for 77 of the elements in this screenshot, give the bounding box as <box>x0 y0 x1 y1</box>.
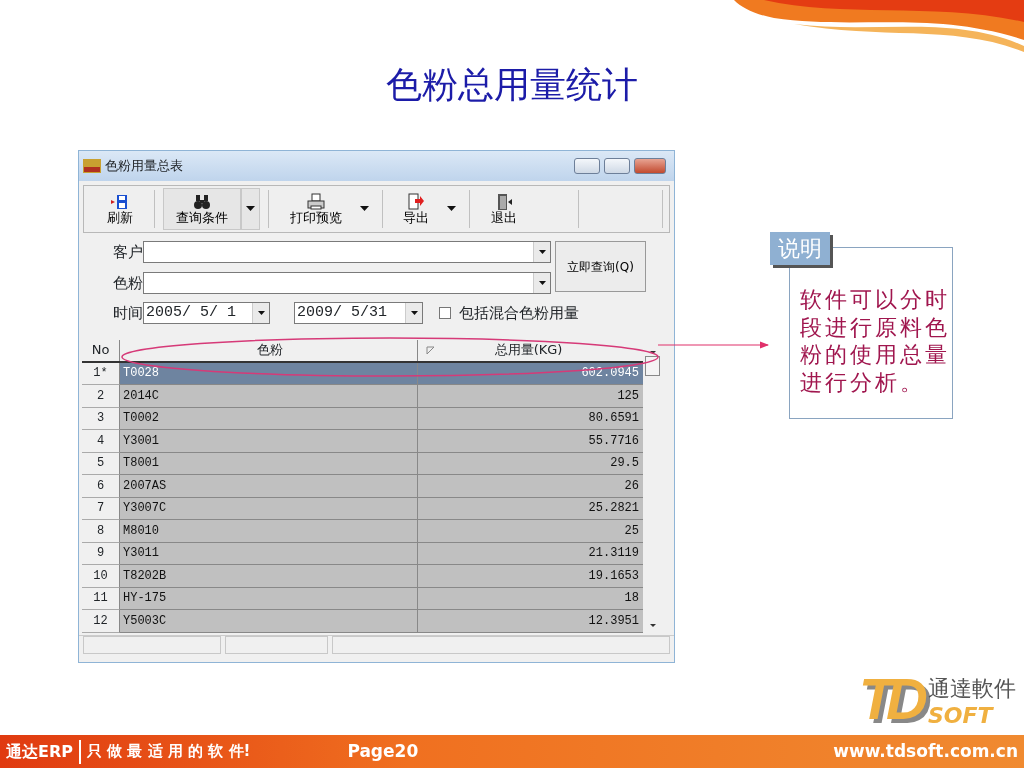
table-cell: Y3007C <box>120 497 418 520</box>
footer-brand: 通达ERP <box>6 739 81 764</box>
slide-title: 色粉总用量统计 <box>386 63 638 107</box>
table-cell: 12.3951 <box>418 610 643 633</box>
row-number: 7 <box>82 497 120 520</box>
table-cell: 55.7716 <box>418 430 643 453</box>
caret-icon <box>257 311 265 316</box>
column-header[interactable]: 色粉 <box>257 340 283 360</box>
row-number: 8 <box>82 520 120 543</box>
caret-icon <box>359 206 369 213</box>
date-field[interactable]: 2009/ 5/31 <box>294 302 423 325</box>
table-cell: 29.5 <box>418 452 643 475</box>
table-cell: 2014C <box>120 385 418 408</box>
row-number: 5 <box>82 452 120 475</box>
caret-icon <box>538 280 546 285</box>
printer-icon <box>306 192 325 211</box>
callout-heading: 说明 <box>770 232 830 265</box>
maximize-button[interactable] <box>604 158 630 174</box>
table-cell: 125 <box>418 385 643 408</box>
row-number: 9 <box>82 542 120 565</box>
close-button[interactable] <box>634 158 666 174</box>
table-cell: T8001 <box>120 452 418 475</box>
table-cell: T0002 <box>120 407 418 430</box>
toner-field[interactable] <box>143 271 551 294</box>
table-cell: HY-175 <box>120 587 418 610</box>
table-cell: 80.6591 <box>418 407 643 430</box>
row-number: 11 <box>82 587 120 610</box>
column-header[interactable]: No <box>91 340 110 360</box>
table-cell: 19.1653 <box>418 565 643 588</box>
caret-icon <box>447 206 457 213</box>
customer-field[interactable] <box>143 241 551 264</box>
row-number: 1* <box>82 362 120 385</box>
checkbox[interactable] <box>439 307 451 320</box>
table-cell: 18 <box>418 587 643 610</box>
table-cell: 26 <box>418 475 643 498</box>
date-field[interactable]: 2005/ 5/ 1 <box>143 302 270 325</box>
table-cell: 25.2821 <box>418 497 643 520</box>
table-cell: 2007AS <box>120 475 418 498</box>
field-label: 时间 <box>113 303 143 324</box>
toolbar-button[interactable]: 刷新 <box>94 188 146 230</box>
row-number: 12 <box>82 610 120 633</box>
toolbar-button[interactable]: 退出 <box>478 188 531 230</box>
table-cell: 21.3119 <box>418 542 643 565</box>
table-cell: Y3001 <box>120 430 418 453</box>
footer-slogan: 只 做 最 适 用 的 软 件! <box>86 741 251 763</box>
toolbar-button[interactable]: 导出 <box>390 188 443 230</box>
checkbox-label: 包括混合色粉用量 <box>459 303 579 324</box>
scroll-thumb[interactable] <box>645 355 660 376</box>
caret-icon <box>410 311 418 316</box>
export-icon <box>407 192 426 211</box>
field-label: 色粉 <box>113 272 143 294</box>
minimize-button[interactable] <box>574 158 600 174</box>
window-title: 色粉用量总表 <box>105 157 184 176</box>
table-cell: T8202B <box>120 565 418 588</box>
page-number: Page20 <box>347 739 419 763</box>
row-number: 4 <box>82 430 120 453</box>
table-cell: 25 <box>418 520 643 543</box>
callout-text: 软件可以分时段进行原料色粉的使用总量进行分析。 <box>800 286 951 396</box>
floppy-icon <box>111 192 129 211</box>
table-cell: Y3011 <box>120 542 418 565</box>
binoculars-icon <box>192 192 211 211</box>
row-number: 6 <box>82 475 120 498</box>
door-icon <box>495 192 514 211</box>
row-number: 2 <box>82 385 120 408</box>
caret-icon <box>538 250 546 255</box>
sort-icon[interactable] <box>426 345 435 355</box>
row-number: 3 <box>82 407 120 430</box>
toolbar-button[interactable]: 打印预览 <box>276 188 355 230</box>
column-header[interactable]: 总用量(KG) <box>494 340 563 360</box>
query-button[interactable]: 立即查询(Q) <box>555 241 646 292</box>
toolbar-button[interactable]: 查询条件 <box>162 188 241 230</box>
app-icon <box>83 159 101 173</box>
row-number: 10 <box>82 565 120 588</box>
table-cell: M8010 <box>120 520 418 543</box>
field-label: 客户 <box>113 242 143 263</box>
table-cell: Y5003C <box>120 610 418 633</box>
caret-icon <box>245 206 255 213</box>
